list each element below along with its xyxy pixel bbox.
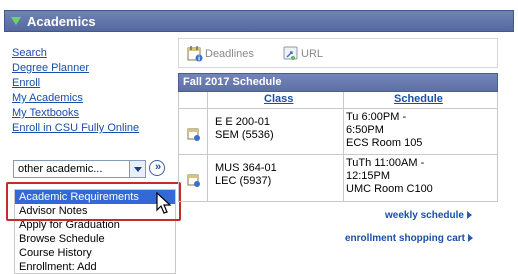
class-section: LEC (5937) (215, 175, 272, 187)
weekly-schedule-link[interactable]: weekly schedule (385, 210, 472, 221)
weekly-schedule-label: weekly schedule (385, 210, 464, 221)
schedule-header-row: Class Schedule (179, 92, 497, 109)
header-bar[interactable]: Academics (4, 10, 514, 32)
arrow-right-icon (468, 234, 474, 243)
select-dropdown-button[interactable] (129, 160, 146, 178)
fall-schedule-panel: Fall 2017 Schedule Class Schedule E E 20… (178, 73, 498, 202)
header-title: Academics (27, 14, 96, 29)
option-course-history[interactable]: Course History (15, 246, 175, 260)
deadlines-label: Deadlines (205, 48, 254, 60)
go-button[interactable]: » (149, 160, 165, 176)
other-academic-select[interactable]: other academic... (13, 160, 130, 178)
arrow-right-icon (466, 211, 472, 220)
select-value: other academic... (18, 163, 103, 175)
schedule-time-end: 6:50PM (346, 124, 384, 136)
nav-link-my-textbooks[interactable]: My Textbooks (12, 106, 182, 121)
nav-link-search[interactable]: Search (12, 46, 182, 61)
table-row: MUS 364-01 LEC (5937) TuTh 11:00AM - 12:… (179, 155, 497, 201)
link-url-icon (283, 46, 298, 60)
schedule-time-end: 12:15PM (346, 170, 391, 182)
nav-link-enroll[interactable]: Enroll (12, 76, 182, 91)
class-section: SEM (5536) (215, 129, 274, 141)
nav-link-my-academics[interactable]: My Academics (12, 91, 182, 106)
schedule-time: Tu 6:00PM - (346, 111, 407, 123)
nav-link-enroll-csu-online[interactable]: Enroll in CSU Fully Online (12, 121, 182, 136)
academics-nav: Search Degree Planner Enroll My Academic… (12, 46, 182, 136)
schedule-time: TuTh 11:00AM - (346, 157, 425, 169)
class-details-icon[interactable] (187, 173, 201, 187)
schedule-room: UMC Room C100 (346, 183, 433, 195)
option-enrollment-add[interactable]: Enrollment: Add (15, 260, 175, 273)
table-row: E E 200-01 SEM (5536) Tu 6:00PM - 6:50PM… (179, 109, 497, 155)
class-details-icon[interactable] (187, 127, 201, 141)
shopping-cart-link[interactable]: enrollment shopping cart (345, 233, 474, 244)
schedule-table: Class Schedule E E 200-01 SEM (5536) Tu … (178, 92, 498, 202)
schedule-room: ECS Room 105 (346, 137, 423, 149)
mouse-cursor-icon (156, 192, 172, 214)
shopping-cart-label: enrollment shopping cart (345, 233, 466, 244)
nav-link-degree-planner[interactable]: Degree Planner (12, 61, 182, 76)
chevron-down-icon (134, 167, 142, 172)
highlight-frame (6, 182, 181, 221)
collapse-triangle-icon[interactable] (11, 17, 21, 25)
column-schedule-header[interactable]: Schedule (394, 93, 443, 105)
svg-text:i: i (198, 56, 200, 63)
column-class-header[interactable]: Class (264, 93, 293, 105)
option-browse-schedule[interactable]: Browse Schedule (15, 232, 175, 246)
calendar-info-icon: i (187, 46, 203, 63)
double-chevron-right-icon: » (154, 161, 161, 173)
url-label: URL (301, 48, 324, 60)
class-code: MUS 364-01 (215, 162, 277, 174)
schedule-title: Fall 2017 Schedule (178, 73, 498, 92)
schedule-toolbar: i Deadlines URL (178, 38, 498, 68)
academics-header: Academics (0, 0, 518, 40)
class-code: E E 200-01 (215, 116, 271, 128)
